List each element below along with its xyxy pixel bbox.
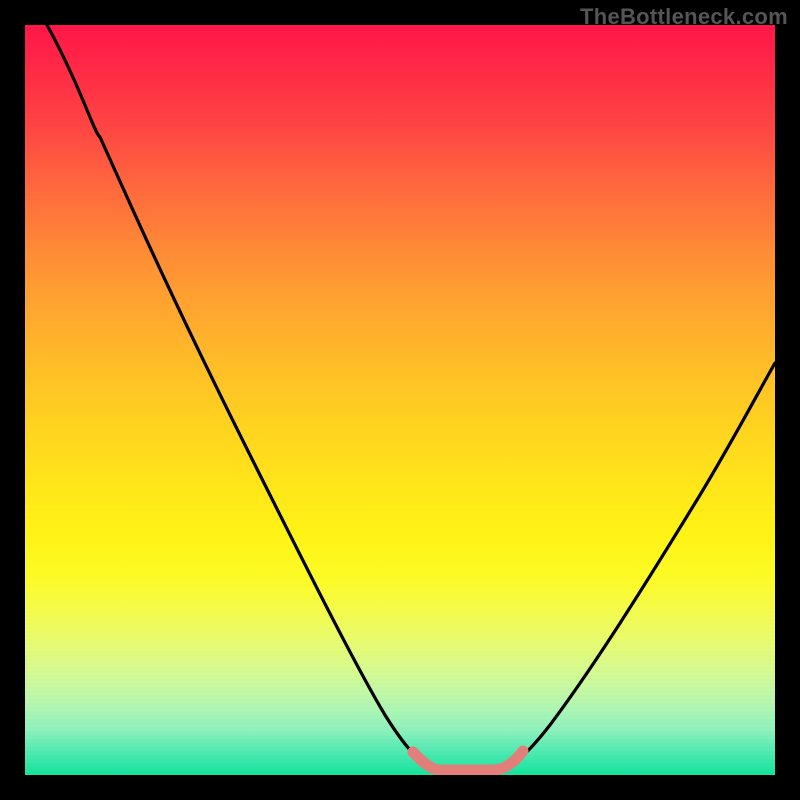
plot-area <box>25 25 775 775</box>
bottleneck-curve <box>25 25 775 775</box>
curve-path <box>47 25 775 770</box>
flat-bottom-marker <box>413 751 523 770</box>
watermark-text: TheBottleneck.com <box>580 4 788 30</box>
chart-frame: TheBottleneck.com <box>0 0 800 800</box>
